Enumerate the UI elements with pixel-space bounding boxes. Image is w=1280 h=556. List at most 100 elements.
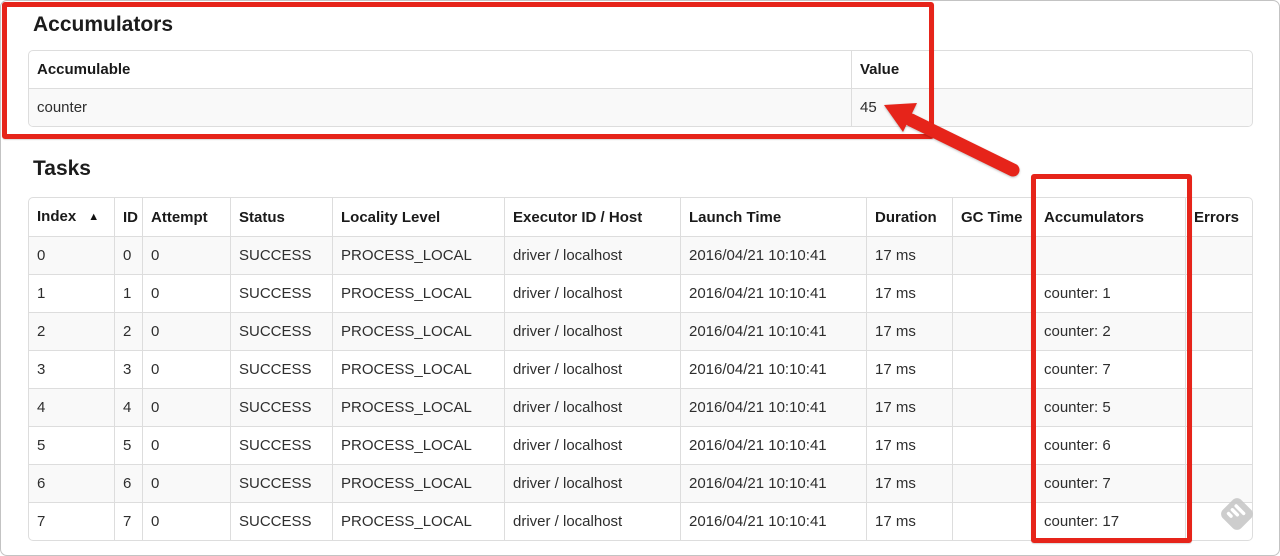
table-cell: 2 (114, 312, 143, 351)
table-cell: counter: 2 (1035, 312, 1186, 351)
table-cell: 5 (29, 426, 115, 465)
column-header-id[interactable]: ID (114, 198, 143, 237)
table-cell: 1 (114, 274, 143, 313)
table-cell: driver / localhost (504, 502, 681, 540)
table-cell: driver / localhost (504, 464, 681, 503)
column-header-value[interactable]: Value (851, 51, 1252, 89)
table-row: 0 0 0 SUCCESS PROCESS_LOCAL driver / localhos… (29, 236, 1252, 275)
tasks-heading: Tasks (33, 157, 91, 180)
table-cell (952, 464, 1036, 503)
table-cell: 45 (851, 88, 1252, 126)
table-cell: 2016/04/21 10:10:41 (680, 426, 867, 465)
table-cell: 0 (142, 388, 231, 427)
table-row: 4 4 0 SUCCESS PROCESS_LOCAL driver / localhos… (29, 388, 1252, 427)
table-cell: 2016/04/21 10:10:41 (680, 274, 867, 313)
table-cell: 5 (114, 426, 143, 465)
table-cell: 2016/04/21 10:10:41 (680, 464, 867, 503)
table-cell: 6 (29, 464, 115, 503)
table-cell: 0 (142, 502, 231, 540)
table-cell: 2016/04/21 10:10:41 (680, 236, 867, 275)
table-cell (1185, 274, 1252, 313)
table-cell: driver / localhost (504, 274, 681, 313)
tasks-table-body: 0 0 0 SUCCESS PROCESS_LOCAL driver / localhos… (29, 236, 1252, 540)
table-cell: 7 (29, 502, 115, 540)
table-cell (1185, 350, 1252, 389)
tasks-section: Tasks Index ▲ ID Attempt Status Locality Leve… (28, 157, 1253, 541)
table-cell: PROCESS_LOCAL (332, 236, 505, 275)
table-cell: 17 ms (866, 312, 953, 351)
table-cell: 17 ms (866, 464, 953, 503)
table-cell: 2016/04/21 10:10:41 (680, 350, 867, 389)
table-cell (952, 426, 1036, 465)
table-cell: 17 ms (866, 350, 953, 389)
table-cell: 4 (114, 388, 143, 427)
table-cell: 0 (29, 236, 115, 275)
column-header-label: Attempt (151, 208, 208, 226)
table-cell: PROCESS_LOCAL (332, 426, 505, 465)
accumulators-section: Accumulators Accumulable Value counter 45 (28, 13, 1253, 127)
table-cell: SUCCESS (230, 312, 333, 351)
table-row: 7 7 0 SUCCESS PROCESS_LOCAL driver / localhos… (29, 502, 1252, 540)
column-header-executor-id-host[interactable]: Executor ID / Host (504, 198, 681, 237)
table-cell: 17 ms (866, 426, 953, 465)
column-header-label: Errors (1194, 208, 1240, 226)
table-cell: driver / localhost (504, 388, 681, 427)
column-header-label: Launch Time (689, 208, 782, 226)
table-cell: counter: 5 (1035, 388, 1186, 427)
table-cell: SUCCESS (230, 426, 333, 465)
accumulators-table-container: Accumulable Value counter 45 (28, 50, 1253, 127)
sort-ascending-icon: ▲ (88, 211, 100, 223)
table-cell: 17 ms (866, 502, 953, 540)
table-cell: 4 (29, 388, 115, 427)
table-cell (952, 388, 1036, 427)
table-cell (952, 274, 1036, 313)
table-cell: driver / localhost (504, 236, 681, 275)
table-cell: SUCCESS (230, 388, 333, 427)
table-row: 3 3 0 SUCCESS PROCESS_LOCAL driver / localhos… (29, 350, 1252, 389)
table-cell: SUCCESS (230, 350, 333, 389)
table-cell: 0 (142, 464, 231, 503)
column-header-label: GC Time (961, 208, 1023, 226)
column-header-accumulators[interactable]: Accumulators (1035, 198, 1186, 237)
table-cell: driver / localhost (504, 426, 681, 465)
table-cell: PROCESS_LOCAL (332, 350, 505, 389)
column-header-label: Accumulators (1044, 208, 1145, 226)
table-cell (1185, 464, 1252, 503)
table-row: counter 45 (29, 88, 1252, 126)
column-header-label: Duration (875, 208, 937, 226)
column-header-index[interactable]: Index ▲ (29, 198, 115, 237)
table-cell: SUCCESS (230, 502, 333, 540)
column-header-accumulable[interactable]: Accumulable (29, 51, 852, 89)
table-cell: PROCESS_LOCAL (332, 388, 505, 427)
table-cell: 17 ms (866, 236, 953, 275)
table-cell: 0 (142, 236, 231, 275)
accumulators-heading: Accumulators (33, 13, 174, 36)
column-header-label: Index (37, 208, 77, 225)
table-cell: 0 (114, 236, 143, 275)
table-cell: SUCCESS (230, 274, 333, 313)
table-cell (952, 350, 1036, 389)
column-header-gc-time[interactable]: GC Time (952, 198, 1036, 237)
table-cell: 0 (142, 312, 231, 351)
column-header-duration[interactable]: Duration (866, 198, 953, 237)
column-header-errors[interactable]: Errors (1185, 198, 1252, 237)
column-header-status[interactable]: Status (230, 198, 333, 237)
table-cell: 6 (114, 464, 143, 503)
column-header-attempt[interactable]: Attempt (142, 198, 231, 237)
table-cell: 2016/04/21 10:10:41 (680, 388, 867, 427)
column-header-label: ID (123, 208, 138, 226)
table-cell (952, 236, 1036, 275)
table-cell: counter (29, 88, 852, 126)
tasks-header-row: Index ▲ ID Attempt Status Locality Level Execu… (29, 198, 1252, 237)
table-cell (952, 502, 1036, 540)
table-cell: SUCCESS (230, 464, 333, 503)
column-header-locality-level[interactable]: Locality Level (332, 198, 505, 237)
tasks-table: Index ▲ ID Attempt Status Locality Level Execu… (29, 198, 1252, 540)
table-cell (1035, 236, 1186, 275)
column-header-label: Executor ID / Host (513, 208, 643, 226)
table-cell: 1 (29, 274, 115, 313)
table-cell: 2 (29, 312, 115, 351)
table-cell: 17 ms (866, 388, 953, 427)
column-header-label: Accumulable (37, 61, 131, 78)
column-header-launch-time[interactable]: Launch Time (680, 198, 867, 237)
